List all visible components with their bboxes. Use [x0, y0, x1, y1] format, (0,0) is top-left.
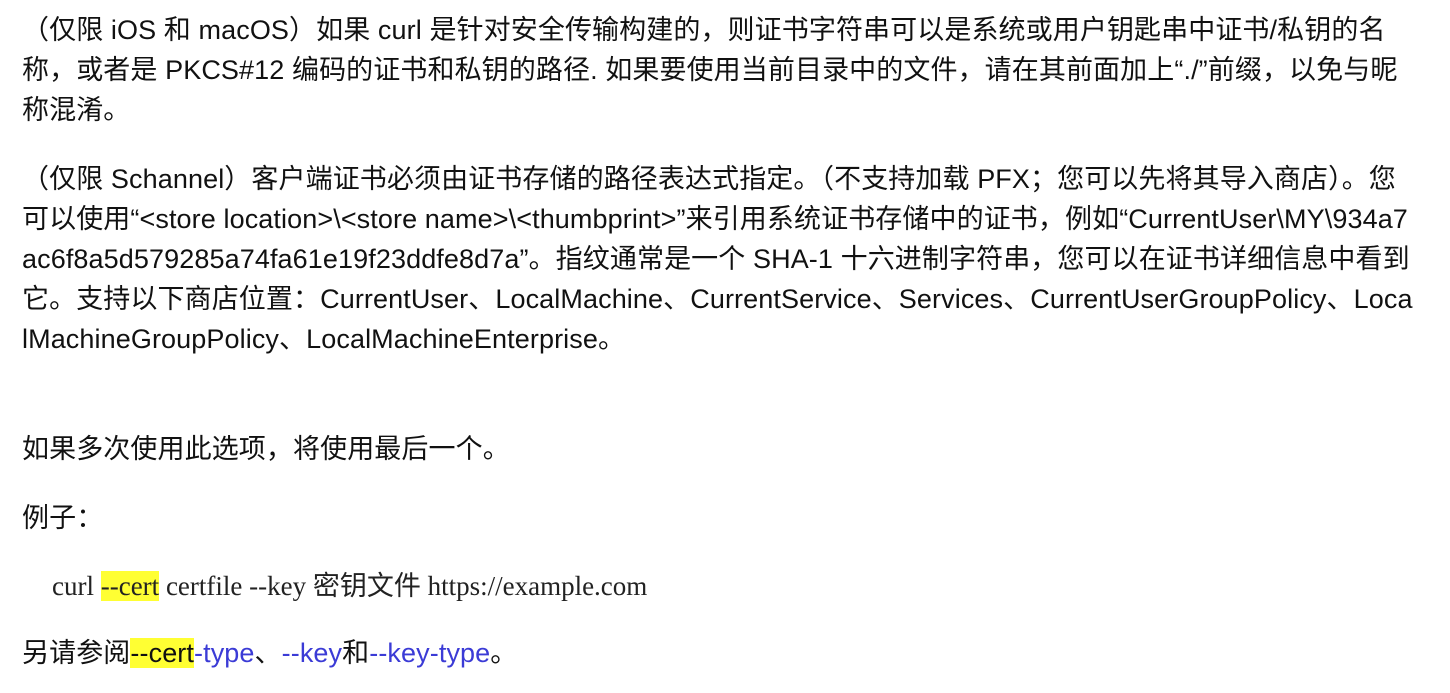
paragraph-schannel: （仅限 Schannel）客户端证书必须由证书存储的路径表达式指定。（不支持加载…	[22, 164, 1413, 354]
link-cert-type-rest: -type	[194, 638, 255, 668]
see-also-line: 另请参阅--cert-type、--key和--key-type。	[22, 633, 1417, 673]
paragraph-example-heading: 例子：	[22, 503, 104, 533]
see-also-prefix: 另请参阅	[22, 638, 131, 668]
paragraph-ios-macos: （仅限 iOS 和 macOS）如果 curl 是针对安全传输构建的，则证书字符…	[22, 15, 1398, 125]
code-suffix: certfile --key 密钥文件 https://example.com	[159, 571, 648, 601]
code-highlighted-option: --cert	[100, 571, 160, 601]
example-code: curl --cert certfile --key 密钥文件 https://…	[52, 566, 647, 606]
document-page: （仅限 iOS 和 macOS）如果 curl 是针对安全传输构建的，则证书字符…	[22, 0, 1427, 693]
link-cert-type[interactable]: --cert-type	[130, 638, 254, 668]
see-also-separator-1: 、	[254, 638, 282, 668]
code-prefix: curl	[52, 571, 101, 601]
link-cert-type-highlight: --cert	[130, 638, 194, 668]
link-key[interactable]: --key	[282, 638, 343, 668]
link-key-type[interactable]: --key-type	[369, 638, 490, 668]
see-also-separator-2: 和	[342, 638, 370, 668]
see-also-end: 。	[490, 638, 518, 668]
paragraph-multiple-use: 如果多次使用此选项，将使用最后一个。	[22, 434, 510, 464]
